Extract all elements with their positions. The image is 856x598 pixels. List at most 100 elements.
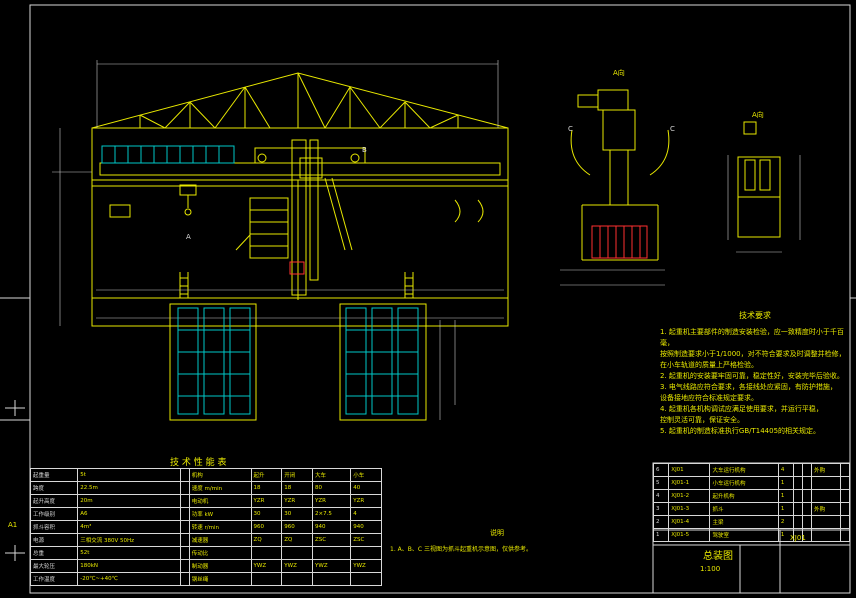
table-cell: 小车 bbox=[350, 468, 382, 482]
table-cell: 40 bbox=[350, 481, 382, 495]
table-row: 1 XJ01-5 驾驶室 1 bbox=[652, 528, 851, 542]
storage-pits bbox=[169, 303, 427, 421]
table-cell: 2 bbox=[777, 515, 795, 529]
table-cell bbox=[180, 533, 190, 547]
table-cell bbox=[802, 463, 813, 477]
table-cell bbox=[839, 463, 851, 477]
table-cell bbox=[350, 546, 382, 560]
table-cell: 4 bbox=[350, 507, 382, 521]
note-line: 设备接地应符合标准规定要求。 bbox=[660, 394, 758, 402]
table-cell bbox=[793, 476, 804, 490]
table-cell: YWZ bbox=[312, 559, 352, 573]
label-c-right: C bbox=[670, 125, 675, 133]
technical-notes: 技术要求 1. 起重机主要部件的制造安装检验，应一致精度时小于千百毫， 按照制造… bbox=[660, 310, 850, 437]
side-view bbox=[560, 89, 670, 286]
table-cell bbox=[839, 528, 851, 542]
table-cell: YZR bbox=[312, 494, 352, 508]
label-c-left: C bbox=[568, 125, 573, 133]
table-cell: 80 bbox=[312, 481, 352, 495]
table-row: 2 XJ01-4 主梁 2 bbox=[652, 515, 851, 529]
access-stairs bbox=[235, 197, 289, 259]
table-cell bbox=[281, 546, 314, 560]
table-cell: 4 bbox=[652, 489, 670, 503]
table-cell: -20℃~+40℃ bbox=[77, 572, 182, 586]
table-cell: 18 bbox=[250, 481, 283, 495]
table-cell bbox=[281, 572, 314, 586]
table-cell bbox=[180, 559, 190, 573]
table-row: 跨度 22.5m 速度 m/min 18 18 80 40 bbox=[29, 481, 382, 495]
table-cell bbox=[793, 502, 804, 516]
conveyor-gallery bbox=[101, 145, 235, 164]
table-cell bbox=[312, 546, 352, 560]
label-b: B bbox=[362, 146, 367, 154]
table-cell: 起升 bbox=[250, 468, 283, 482]
note-line: 在小车轨道的质量上严格检验。 bbox=[660, 361, 758, 369]
table-cell: 2 bbox=[652, 515, 670, 529]
sheet-size: A1 bbox=[8, 521, 18, 529]
table-cell: 外购 bbox=[811, 502, 841, 516]
table-row: 工作温度 -20℃~+40℃ 钢丝绳 bbox=[29, 572, 382, 586]
table-cell: XJ01-1 bbox=[668, 476, 711, 490]
table-cell: 1 bbox=[777, 476, 795, 490]
table-cell: 减速器 bbox=[188, 533, 252, 547]
table-cell bbox=[180, 520, 190, 534]
table-cell bbox=[180, 507, 190, 521]
table-cell: YWZ bbox=[350, 559, 382, 573]
dimension-lines bbox=[52, 60, 504, 420]
table-cell bbox=[811, 515, 841, 529]
table-cell: 大车运行机构 bbox=[709, 463, 779, 477]
table-cell: 抓斗容积 bbox=[29, 520, 79, 534]
table-cell: ZQ bbox=[281, 533, 314, 547]
drawing-scale: 1:100 bbox=[700, 565, 721, 573]
hoist-column bbox=[289, 139, 353, 300]
table-row: 6 XJ01 大车运行机构 4 外购 bbox=[652, 463, 851, 477]
table-cell: ZSC bbox=[350, 533, 382, 547]
note-line: 按照制造要求小于1/1000，对不符合要求及时调整并检修， bbox=[660, 350, 846, 358]
table-row: 5 XJ01-1 小车运行机构 1 bbox=[652, 476, 851, 490]
table-cell: 5t bbox=[77, 468, 182, 482]
label-a: A bbox=[186, 233, 191, 241]
table-cell: ZSC bbox=[312, 533, 352, 547]
main-building-view bbox=[52, 60, 509, 420]
table-cell: YZR bbox=[281, 494, 314, 508]
table-row: 起重量 5t 机构 起升 开闭 大车 小车 bbox=[29, 468, 382, 482]
table-cell bbox=[350, 572, 382, 586]
table-cell: 1 bbox=[652, 528, 670, 542]
cabin-view bbox=[727, 121, 801, 253]
table-cell bbox=[839, 489, 851, 503]
tech-performance-table: 起重量 5t 机构 起升 开闭 大车 小车 跨度 22.5m 速度 m/min 18 18 80 40 起升… bbox=[29, 468, 382, 586]
table-cell: 960 bbox=[250, 520, 283, 534]
table-cell: XJ01-4 bbox=[668, 515, 711, 529]
left-trolley bbox=[109, 184, 484, 223]
note-line: 3. 电气线路应符合要求，各接线处应紧固，有防护措施， bbox=[660, 383, 837, 391]
table-cell: 外购 bbox=[811, 463, 841, 477]
table-cell: 制动器 bbox=[188, 559, 252, 573]
center-note: 1. A、B、C 三视图为抓斗起重机示意图，仅供参考。 bbox=[390, 546, 532, 553]
table-row: 工作级别 A6 功率 kW 30 30 2×7.5 4 bbox=[29, 507, 382, 521]
table-cell: XJ01-3 bbox=[668, 502, 711, 516]
table-cell bbox=[802, 476, 813, 490]
table-cell: 52t bbox=[77, 546, 182, 560]
table-cell bbox=[839, 502, 851, 516]
roof-truss bbox=[91, 72, 509, 129]
table-cell bbox=[180, 494, 190, 508]
notes-title: 技术要求 bbox=[739, 311, 771, 320]
table-cell: 抓斗 bbox=[709, 502, 779, 516]
table-cell: 机构 bbox=[188, 468, 252, 482]
bom-table: 6 XJ01 大车运行机构 4 外购 5 XJ01-1 小车运行机构 1 4 XJ01-2 起升机构 1… bbox=[652, 463, 851, 542]
table-cell: 起重量 bbox=[29, 468, 79, 482]
table-cell: XJ01-5 bbox=[668, 528, 711, 542]
table-cell: 大车 bbox=[312, 468, 352, 482]
table-cell bbox=[802, 502, 813, 516]
table-cell: 4m³ bbox=[77, 520, 182, 534]
note-line: 1. 起重机主要部件的制造安装检验，应一致精度时小于千百毫， bbox=[660, 328, 844, 347]
table-cell: 工作温度 bbox=[29, 572, 79, 586]
table-cell: 180kN bbox=[77, 559, 182, 573]
table-cell: 电源 bbox=[29, 533, 79, 547]
tech-table-title: 技 术 性 能 表 bbox=[170, 458, 227, 468]
table-cell: ZQ bbox=[250, 533, 283, 547]
table-cell: 1 bbox=[777, 489, 795, 503]
table-cell: YZR bbox=[350, 494, 382, 508]
table-cell: XJ01 bbox=[668, 463, 711, 477]
table-cell: 2×7.5 bbox=[312, 507, 352, 521]
